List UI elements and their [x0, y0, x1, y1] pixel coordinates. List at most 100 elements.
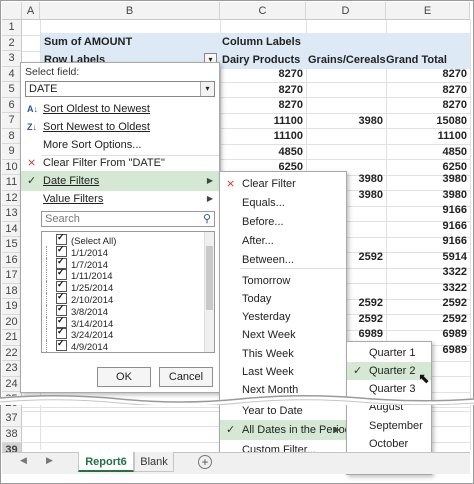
cancel-button[interactable]: Cancel — [159, 367, 213, 387]
month-item[interactable]: September — [347, 417, 431, 435]
scrollbar-thumb[interactable] — [206, 246, 213, 310]
row-header[interactable]: 10 — [2, 159, 22, 175]
row-header[interactable]: 16 — [2, 252, 22, 268]
row-header[interactable]: 19 — [2, 299, 22, 315]
date-filter-item[interactable]: Last Week — [220, 362, 346, 382]
menu-separator — [240, 268, 346, 269]
sort-newest-item[interactable]: Z↓ Sort Newest to Oldest — [21, 117, 219, 137]
submenu-arrow-icon: ▶ — [206, 176, 213, 185]
date-filter-label: Clear Filter — [242, 178, 296, 190]
tab-scroll-left-icon[interactable]: ◀ — [20, 455, 27, 466]
value-filters-item[interactable]: Value Filters ▶ — [21, 189, 219, 209]
select-all-corner[interactable] — [2, 2, 22, 20]
chevron-down-icon[interactable]: ▾ — [200, 82, 214, 96]
row-header[interactable]: 2 — [2, 35, 22, 51]
pivot-cell-total: 3980 — [442, 188, 467, 201]
row-header[interactable]: 9 — [2, 144, 22, 160]
quarter-label: Quarter 1 — [369, 347, 416, 359]
row-header[interactable]: 18 — [2, 283, 22, 299]
more-sort-item[interactable]: More Sort Options... — [21, 135, 219, 155]
pivot-cell-grains: 3980 — [358, 114, 383, 127]
date-filters-item[interactable]: ✓ Date Filters ▶ — [21, 171, 219, 191]
date-filter-item[interactable]: Before... — [220, 212, 346, 232]
date-filter-label: Yesterday — [242, 311, 291, 323]
clear-filter-icon: ⨯ — [226, 178, 236, 190]
row-header[interactable]: 4 — [2, 66, 22, 82]
row-header[interactable]: 3 — [2, 51, 22, 67]
row-header[interactable]: 38 — [2, 427, 22, 443]
pivot-cell-total: 4850 — [442, 145, 467, 158]
row-header[interactable]: 1 — [2, 20, 22, 36]
month-item[interactable]: October — [347, 435, 431, 453]
row-header[interactable]: 17 — [2, 268, 22, 284]
quarter-item[interactable]: Quarter 1 — [347, 344, 431, 362]
quarter-label: Quarter 2 — [369, 365, 416, 377]
pivot-cell-dairy: 11100 — [273, 130, 303, 142]
pivot-cell-total: 2592 — [442, 297, 467, 309]
search-input[interactable]: Search ⚲ — [41, 211, 215, 227]
submenu-arrow-icon: ▶ — [333, 425, 340, 434]
column-header-b[interactable]: B — [40, 2, 220, 20]
add-sheet-icon[interactable]: + — [198, 455, 212, 469]
tab-scroll-right-icon[interactable]: ▶ — [46, 455, 53, 466]
row-header[interactable]: 20 — [2, 314, 22, 330]
row-header[interactable]: 11 — [2, 175, 22, 191]
date-filter-item[interactable]: This Week — [220, 344, 346, 364]
row-header[interactable]: 24 — [2, 376, 22, 392]
pivot-cell-total: 3322 — [442, 266, 467, 278]
row-header[interactable]: 37 — [2, 411, 22, 427]
date-filter-item[interactable]: ⨯ Clear Filter — [220, 174, 346, 194]
search-icon: ⚲ — [202, 213, 211, 225]
scrollbar[interactable] — [204, 232, 214, 352]
checkbox[interactable] — [57, 349, 65, 352]
date-filter-item[interactable]: Equals... — [220, 193, 346, 213]
date-filter-item[interactable]: ✓ All Dates in the Period ▶ — [220, 420, 351, 440]
column-header-d[interactable]: D — [306, 2, 386, 20]
ok-button[interactable]: OK — [97, 367, 151, 387]
date-filter-item[interactable]: Today — [220, 289, 346, 309]
row-header[interactable]: 6 — [2, 97, 22, 113]
tree-connector — [46, 257, 52, 270]
row-header[interactable]: 22 — [2, 345, 22, 361]
clear-filter-date-item[interactable]: ⨯ Clear Filter From "DATE" — [21, 153, 219, 173]
tab-report6[interactable]: Report6 — [78, 452, 134, 472]
date-filter-item[interactable]: Yesterday — [220, 307, 346, 327]
column-header-c[interactable]: C — [220, 2, 306, 20]
row-header[interactable]: 13 — [2, 206, 22, 222]
sort-oldest-label: Sort Oldest to Newest — [43, 103, 150, 115]
list-item[interactable]: 3/14/2014 — [56, 314, 113, 330]
row-header[interactable]: 8 — [2, 128, 22, 144]
date-filter-item[interactable]: Between... — [220, 250, 346, 270]
check-icon: ✓ — [353, 365, 363, 377]
date-filter-item[interactable]: After... — [220, 231, 346, 251]
date-filters-label: Date Filters — [43, 175, 100, 187]
row-header[interactable]: 21 — [2, 330, 22, 346]
date-filter-item[interactable]: Next Week — [220, 325, 346, 345]
list-item[interactable]: 5/5/2014 — [57, 349, 65, 352]
sort-oldest-item[interactable]: A↓ Sort Oldest to Newest — [21, 99, 219, 119]
field-select[interactable]: DATE ▾ — [25, 81, 215, 97]
row-header[interactable]: 15 — [2, 237, 22, 253]
sort-ascending-icon: A↓ — [27, 104, 38, 114]
tree-connector — [46, 340, 52, 352]
column-header-a[interactable]: A — [22, 2, 40, 20]
list-item[interactable]: 1/25/2014 — [56, 278, 113, 294]
date-filter-label: Between... — [242, 254, 294, 266]
tree-connector — [46, 245, 52, 258]
row-header[interactable]: 7 — [2, 113, 22, 129]
tab-blank[interactable]: Blank — [134, 452, 174, 472]
field-select-value: DATE — [29, 83, 58, 95]
row-header[interactable]: 5 — [2, 82, 22, 98]
date-filter-item[interactable]: Tomorrow — [220, 271, 346, 291]
grid-line — [470, 20, 471, 450]
pivot-cell-grains — [306, 129, 386, 145]
list-item[interactable]: 3/24/2014 — [56, 325, 113, 341]
tree-connector — [46, 269, 52, 282]
pivot-sum-label: Sum of AMOUNT — [44, 36, 133, 48]
row-header[interactable]: 23 — [2, 361, 22, 377]
list-item[interactable]: (Select All) — [56, 232, 116, 247]
row-header[interactable]: 14 — [2, 221, 22, 237]
list-item[interactable]: 2/10/2014 — [56, 290, 113, 306]
column-header-e[interactable]: E — [386, 2, 470, 20]
row-header[interactable]: 12 — [2, 190, 22, 206]
